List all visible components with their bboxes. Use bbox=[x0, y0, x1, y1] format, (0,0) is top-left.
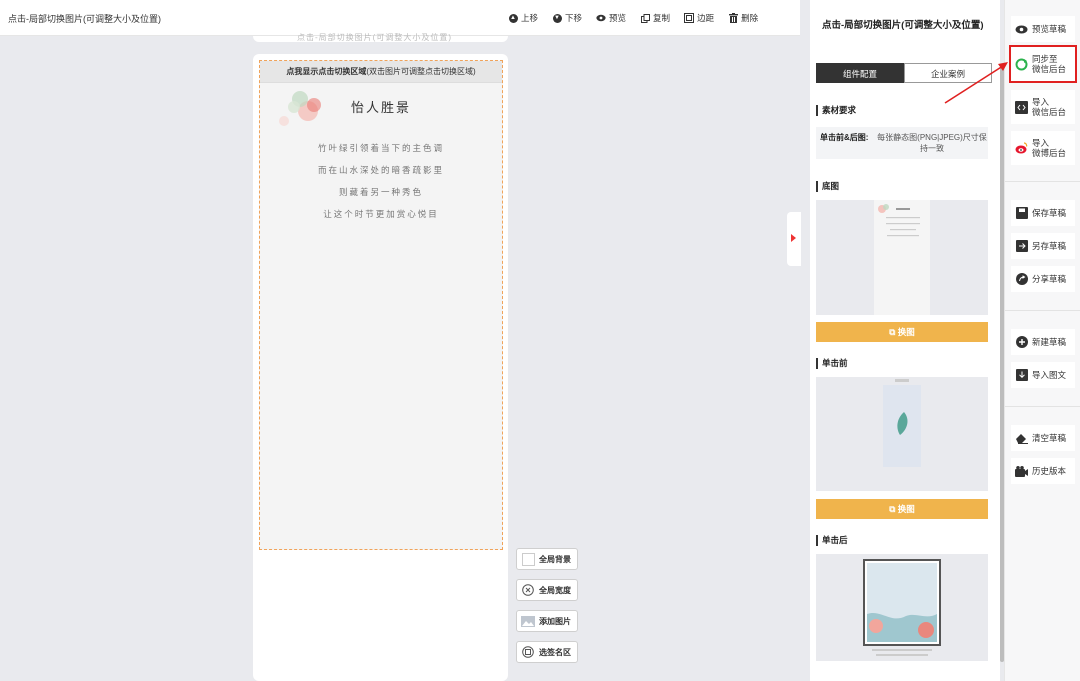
history-versions-button[interactable]: 历史版本 bbox=[1011, 458, 1075, 484]
camera-icon bbox=[1015, 465, 1028, 478]
global-background-button[interactable]: 全局背景 bbox=[516, 548, 578, 570]
copy-icon bbox=[640, 13, 650, 23]
poem-line: 竹叶绿引领着当下的主色调 bbox=[317, 143, 444, 153]
trash-icon bbox=[728, 13, 738, 23]
share-draft-button[interactable]: 分享草稿 bbox=[1011, 266, 1075, 292]
top-bar: 点击-局部切换图片(可调整大小及位置) ▲ 上移 ▼ 下移 预览 复制 边距 删… bbox=[0, 0, 800, 36]
config-panel: 点击-局部切换图片(可调整大小及位置) 组件配置 企业案例 素材要求 单击前&后… bbox=[810, 0, 1000, 681]
draft-actions-column: 预览草稿 同步至微信后台 导入微信后台 导入微博后台 保存草稿 另存草稿 bbox=[1004, 0, 1080, 681]
change-base-image-button[interactable]: ⧉ 换图 bbox=[816, 322, 988, 342]
previous-component-text: 点击-局部切换图片(可调整大小及位置) bbox=[297, 33, 452, 42]
after-click-title: 单击后 bbox=[816, 535, 848, 546]
import-weibo-button[interactable]: 导入 微博后台 bbox=[1011, 131, 1075, 165]
arrow-down-icon: ▼ bbox=[552, 13, 562, 23]
poem-title: 怡人胜景 bbox=[350, 100, 411, 115]
component-title: 点击-局部切换图片(可调整大小及位置) bbox=[8, 14, 161, 24]
material-section-title: 素材要求 bbox=[816, 105, 856, 116]
divider bbox=[1005, 406, 1080, 407]
select-signature-button[interactable]: 选签名区 bbox=[516, 641, 578, 663]
import-article-button[interactable]: 导入图文 bbox=[1011, 362, 1075, 388]
base-image-preview[interactable] bbox=[816, 200, 988, 315]
previous-component-peek: 点击-局部切换图片(可调整大小及位置) bbox=[253, 33, 508, 42]
add-image-button[interactable]: 添加图片 bbox=[516, 610, 578, 632]
import-weibo-label: 导入 微博后台 bbox=[1032, 138, 1067, 158]
code-icon bbox=[1015, 100, 1028, 114]
before-click-thumbnail bbox=[883, 379, 921, 467]
canvas-float-buttons: 全局背景 全局宽度 添加图片 选签名区 bbox=[516, 548, 578, 663]
sync-to-wechat-button[interactable]: 同步至 微信后台 bbox=[1009, 45, 1077, 83]
tab-enterprise-cases[interactable]: 企业案例 bbox=[904, 63, 992, 83]
import-wechat-button[interactable]: 导入 微信后台 bbox=[1011, 90, 1075, 124]
close-circle-icon bbox=[521, 583, 535, 597]
poem-line: 让这个时节更加赏心悦目 bbox=[323, 209, 439, 219]
move-up-button[interactable]: ▲ 上移 bbox=[508, 12, 538, 24]
poem-line: 则藏着另一种秀色 bbox=[338, 187, 423, 197]
swap-image-icon: ⧉ bbox=[889, 504, 898, 514]
requirement-key: 单击前&后图: bbox=[820, 133, 869, 142]
save-as-draft-button[interactable]: 另存草稿 bbox=[1011, 233, 1075, 259]
preview-button[interactable]: 预览 bbox=[596, 12, 626, 24]
swap-image-icon: ⧉ bbox=[889, 327, 898, 337]
panel-title: 点击-局部切换图片(可调整大小及位置) bbox=[822, 20, 984, 31]
plus-circle-icon bbox=[1015, 336, 1028, 349]
eye-icon bbox=[1015, 23, 1028, 36]
after-click-thumbnail bbox=[863, 559, 941, 656]
click-switch-zone[interactable]: 点我显示点击切换区域(双击图片可调整点击切换区域) 怡人胜景 竹叶绿引领着当下的… bbox=[259, 60, 503, 550]
new-draft-button[interactable]: 新建草稿 bbox=[1011, 329, 1075, 355]
zone-header[interactable]: 点我显示点击切换区域(双击图片可调整点击切换区域) bbox=[260, 61, 502, 83]
margin-icon bbox=[684, 13, 695, 23]
import-wechat-label: 导入 微信后台 bbox=[1032, 97, 1067, 117]
requirement-value: 每张静态图(PNG|JPEG)尺寸保持一致 bbox=[877, 133, 987, 153]
save-icon bbox=[1015, 207, 1028, 220]
move-down-button[interactable]: ▼ 下移 bbox=[552, 12, 582, 24]
collapse-panel-toggle[interactable] bbox=[787, 212, 801, 266]
material-requirement: 单击前&后图: 每张静态图(PNG|JPEG)尺寸保持一致 bbox=[816, 127, 988, 159]
component-toolbar: ▲ 上移 ▼ 下移 预览 复制 边距 删除 bbox=[508, 12, 772, 24]
save-as-icon bbox=[1015, 240, 1028, 253]
weibo-icon bbox=[1015, 142, 1028, 155]
preview-draft-button[interactable]: 预览草稿 bbox=[1011, 16, 1075, 42]
caret-right-icon bbox=[791, 234, 796, 242]
save-draft-button[interactable]: 保存草稿 bbox=[1011, 200, 1075, 226]
share-icon bbox=[1015, 273, 1028, 286]
poem-line: 而在山水深处的暗香疏影里 bbox=[317, 165, 444, 175]
change-before-image-button[interactable]: ⧉ 换图 bbox=[816, 499, 988, 519]
after-click-image-preview[interactable] bbox=[816, 554, 988, 661]
arrow-up-icon: ▲ bbox=[508, 13, 518, 23]
panel-tabs: 组件配置 企业案例 bbox=[816, 63, 992, 83]
divider bbox=[1005, 181, 1080, 182]
eye-icon bbox=[596, 13, 606, 23]
eraser-icon bbox=[1015, 432, 1028, 445]
square-icon bbox=[521, 552, 535, 566]
sync-icon bbox=[1015, 58, 1028, 71]
global-width-button[interactable]: 全局宽度 bbox=[516, 579, 578, 601]
delete-button[interactable]: 删除 bbox=[728, 12, 758, 24]
divider bbox=[1005, 310, 1080, 311]
before-click-title: 单击前 bbox=[816, 358, 848, 369]
download-icon bbox=[1015, 369, 1028, 382]
clear-draft-button[interactable]: 清空草稿 bbox=[1011, 425, 1075, 451]
base-image-title: 底图 bbox=[816, 181, 839, 192]
poem-text: 竹叶绿引领着当下的主色调 而在山水深处的暗香疏影里 则藏着另一种秀色 让这个时节… bbox=[260, 137, 502, 225]
tab-component-config[interactable]: 组件配置 bbox=[816, 63, 904, 83]
margin-button[interactable]: 边距 bbox=[684, 12, 714, 24]
image-icon bbox=[521, 614, 535, 628]
base-image-thumbnail bbox=[874, 200, 930, 315]
copy-button[interactable]: 复制 bbox=[640, 12, 670, 24]
sync-to-wechat-label: 同步至 微信后台 bbox=[1032, 54, 1067, 74]
tag-icon bbox=[521, 645, 535, 659]
before-click-image-preview[interactable] bbox=[816, 377, 988, 491]
